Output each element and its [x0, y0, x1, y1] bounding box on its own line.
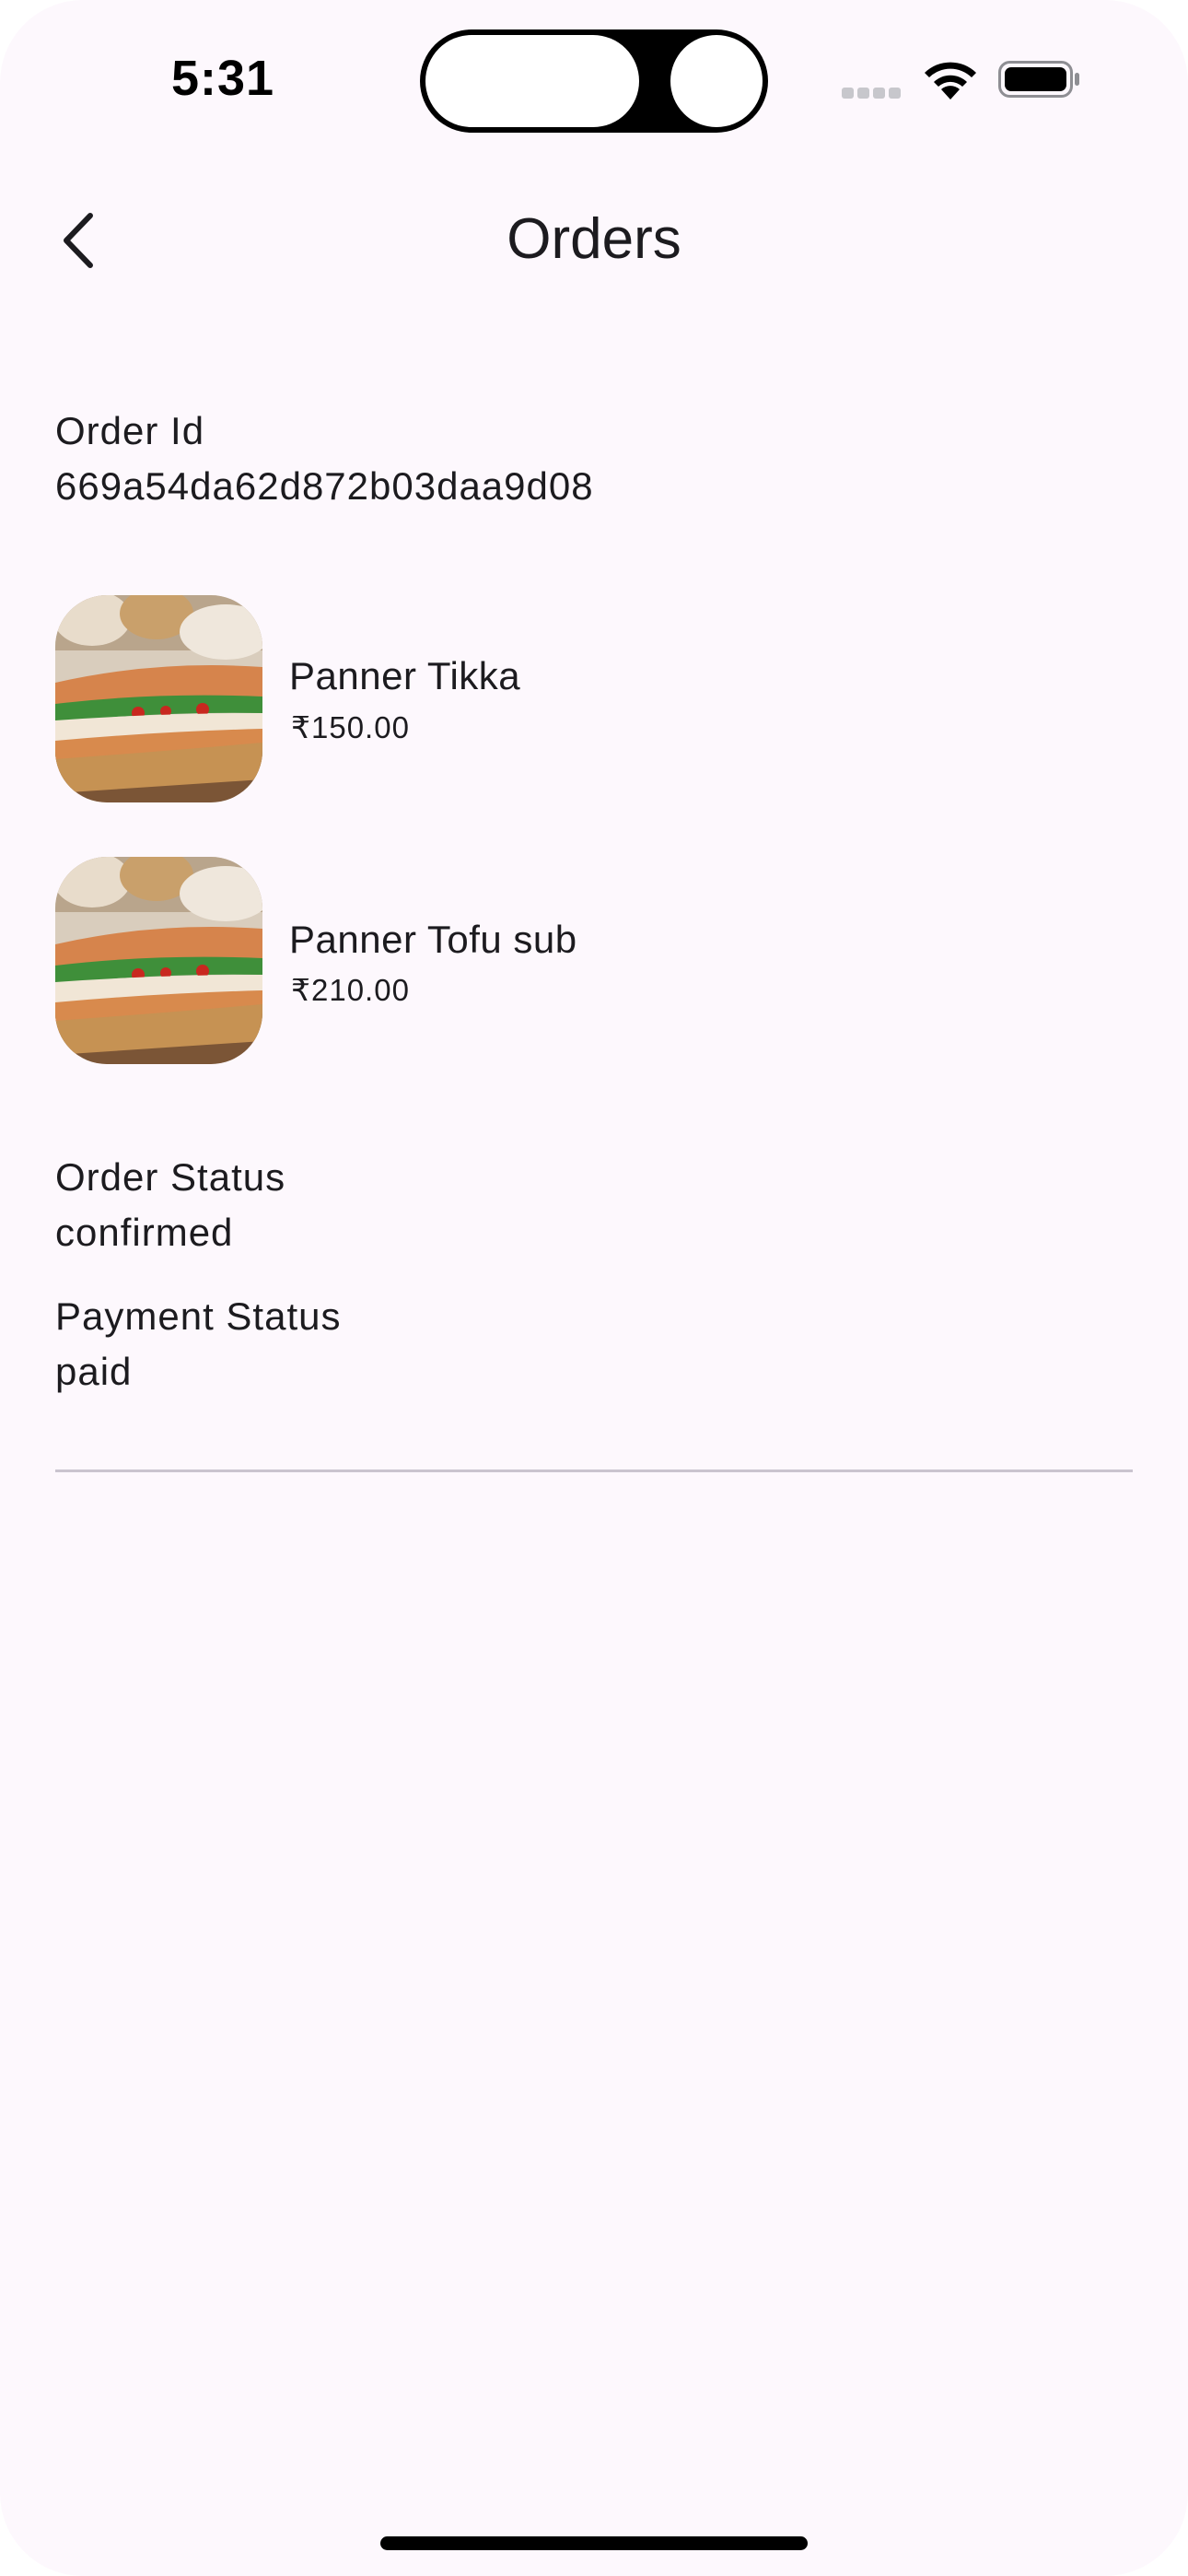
sandwich-photo-icon [55, 857, 262, 1064]
order-id-value: 669a54da62d872b03daa9d08 [55, 464, 594, 508]
dynamic-island [420, 29, 768, 133]
battery-icon [998, 61, 1079, 98]
island-pill [425, 35, 639, 127]
island-dot [670, 35, 763, 127]
status-time: 5:31 [171, 51, 275, 106]
item-price: ₹210.00 [291, 973, 410, 1007]
item-thumbnail [55, 857, 262, 1064]
item-price: ₹150.00 [291, 710, 410, 744]
payment-status-label: Payment Status [55, 1294, 342, 1338]
page-title: Orders [507, 207, 681, 271]
item-thumbnail [55, 595, 262, 802]
home-indicator[interactable] [380, 2536, 808, 2550]
app-screen: 5:31 Orders Order Id 669a54da62d872b03da… [0, 0, 1188, 2576]
wifi-icon [925, 62, 976, 100]
item-name: Panner Tikka [289, 654, 521, 697]
sandwich-photo-icon [55, 595, 262, 802]
order-status-label: Order Status [55, 1155, 286, 1199]
item-name: Panner Tofu sub [289, 918, 577, 961]
divider [55, 1469, 1133, 1472]
payment-status-value: paid [55, 1350, 133, 1393]
order-status-value: confirmed [55, 1211, 234, 1254]
order-id-label: Order Id [55, 409, 205, 452]
cellular-signal-icon [842, 87, 906, 99]
